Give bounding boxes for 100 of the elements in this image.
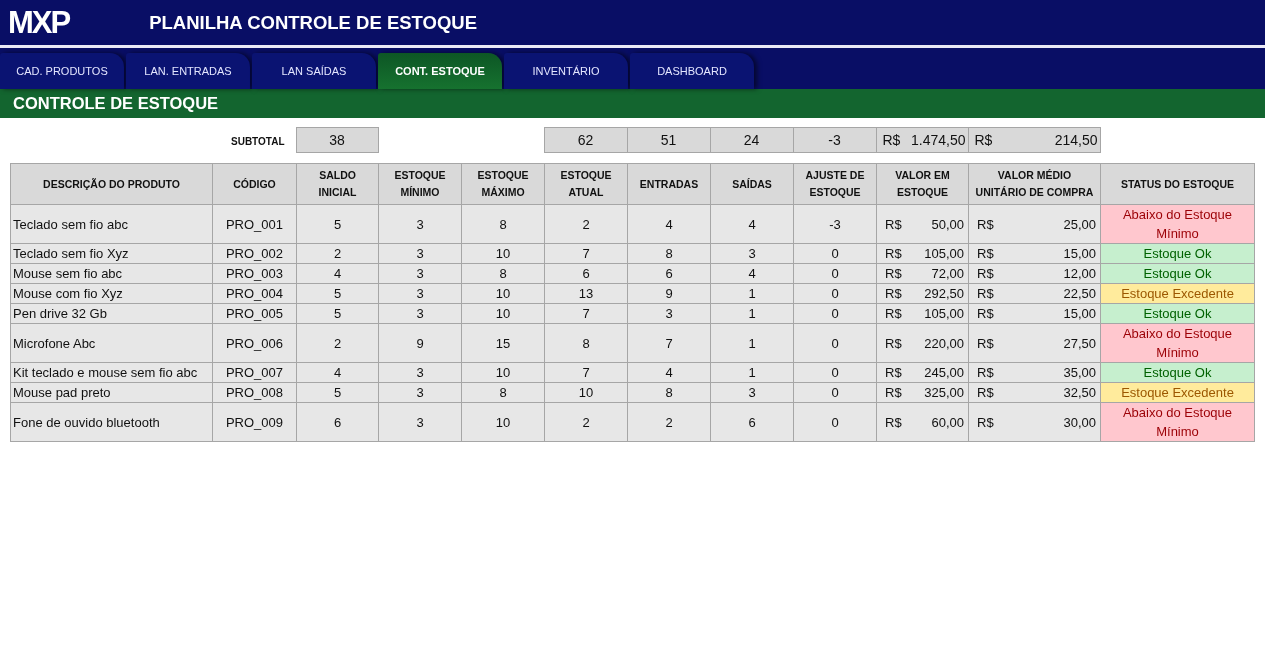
amount-value: 220,00 [924,334,964,353]
table-cell: 2 [627,402,711,442]
currency-symbol: R$ [977,285,994,303]
table-cell: Microfone Abc [10,323,213,363]
table-cell: PRO_009 [212,402,297,442]
amount-value: 72,00 [931,265,964,283]
tab[interactable]: LAN SAÍDAS [252,53,376,89]
column-header: CÓDIGO [212,163,297,205]
table-cell: Fone de ouvido bluetooth [10,402,213,442]
currency-symbol: R$ [885,364,902,382]
table-cell: Teclado sem fio Xyz [10,243,213,264]
currency-symbol: R$ [885,265,902,283]
table-cell: -3 [793,204,877,244]
tab[interactable]: CONT. ESTOQUE [378,53,502,89]
table-cell: 0 [793,402,877,442]
column-header: ESTOQUE ATUAL [544,163,628,205]
currency-symbol: R$ [885,245,902,263]
section-title: CONTROLE DE ESTOQUE [0,89,1265,118]
status-cell: Abaixo do Estoque Mínimo [1100,402,1255,442]
amount-value: 15,00 [1063,305,1096,323]
tab[interactable]: CAD. PRODUTOS [0,53,124,89]
table-cell: 15 [461,323,545,363]
currency-symbol: R$ [977,334,994,353]
currency-symbol: R$ [885,285,902,303]
table-cell: 9 [378,323,462,363]
column-header: VALOR EM ESTOQUE [876,163,969,205]
currency-symbol: R$ [977,413,994,432]
column-header: SAÍDAS [710,163,794,205]
amount-value: 214,50 [1054,132,1098,148]
amount-value: 25,00 [1063,215,1096,234]
status-cell: Abaixo do Estoque Mínimo [1100,323,1255,363]
table-cell: PRO_001 [212,204,297,244]
tab[interactable]: LAN. ENTRADAS [126,53,250,89]
table-cell: Kit teclado e mouse sem fio abc [10,362,213,383]
table-cell: Mouse com fio Xyz [10,283,213,304]
currency-symbol: R$ [977,384,994,402]
table-cell: 2 [544,204,628,244]
table-cell: 2 [544,402,628,442]
subtotal-cell: 24 [710,127,793,153]
logo: MXP [8,6,70,39]
column-header: DESCRIÇÃO DO PRODUTO [10,163,213,205]
table-cell: 8 [461,204,545,244]
currency-symbol: R$ [977,305,994,323]
currency-symbol: R$ [977,364,994,382]
table-cell: Mouse pad preto [10,382,213,403]
table-cell: 4 [627,204,711,244]
tab[interactable]: INVENTÁRIO [504,53,628,89]
amount-value: 15,00 [1063,245,1096,263]
currency-symbol: R$ [882,132,901,148]
table-cell: 3 [378,204,462,244]
column-header: AJUSTE DE ESTOQUE [793,163,877,205]
subtotal-cell: 62 [544,127,627,153]
currency-symbol: R$ [885,215,902,234]
table-cell: Mouse sem fio abc [10,263,213,284]
table-cell: Teclado sem fio abc [10,204,213,244]
subtotal-label: SUBTOTAL [231,136,285,147]
column-header: VALOR MÉDIO UNITÁRIO DE COMPRA [968,163,1101,205]
table-cell: 8 [544,323,628,363]
table-cell: 4 [710,204,794,244]
table-cell: 6 [710,402,794,442]
currency-symbol: R$ [977,265,994,283]
page-title: PLANILHA CONTROLE DE ESTOQUE [149,10,478,35]
amount-value: 105,00 [924,245,964,263]
amount-value: 22,50 [1063,285,1096,303]
amount-value: 32,50 [1063,384,1096,402]
column-header: ESTOQUE MÁXIMO [461,163,545,205]
currency-symbol: R$ [885,413,902,432]
amount-value: 30,00 [1063,413,1096,432]
currency-symbol: R$ [885,334,902,353]
table-cell: 10 [461,402,545,442]
table-cell: 7 [627,323,711,363]
amount-value: 60,00 [931,413,964,432]
subtotal-cell: 51 [627,127,710,153]
status-cell: Abaixo do Estoque Mínimo [1100,204,1255,244]
amount-value: 245,00 [924,364,964,382]
currency-symbol: R$ [885,305,902,323]
column-header: SALDO INICIAL [296,163,379,205]
amount-value: 105,00 [924,305,964,323]
column-header: STATUS DO ESTOQUE [1100,163,1255,205]
amount-value: 35,00 [1063,364,1096,382]
table-cell: 3 [378,402,462,442]
amount-value: 50,00 [931,215,964,234]
amount-value: 292,50 [924,285,964,303]
table-cell: 5 [296,204,379,244]
currency-symbol: R$ [974,132,993,148]
tab[interactable]: DASHBOARD [630,53,754,89]
amount-value: 325,00 [924,384,964,402]
column-header: ESTOQUE MÍNIMO [378,163,462,205]
currency-symbol: R$ [977,245,994,263]
currency-symbol: R$ [885,384,902,402]
subtotal-cell: -3 [793,127,876,153]
subtotal-cell: 38 [296,127,378,153]
amount-value: 12,00 [1063,265,1096,283]
table-cell: 1 [710,323,794,363]
amount-value: 27,50 [1063,334,1096,353]
currency-symbol: R$ [977,215,994,234]
table-cell: PRO_006 [212,323,297,363]
amount-value: 1.474,50 [911,132,966,148]
table-cell: 0 [793,323,877,363]
table-cell: Pen drive 32 Gb [10,303,213,324]
